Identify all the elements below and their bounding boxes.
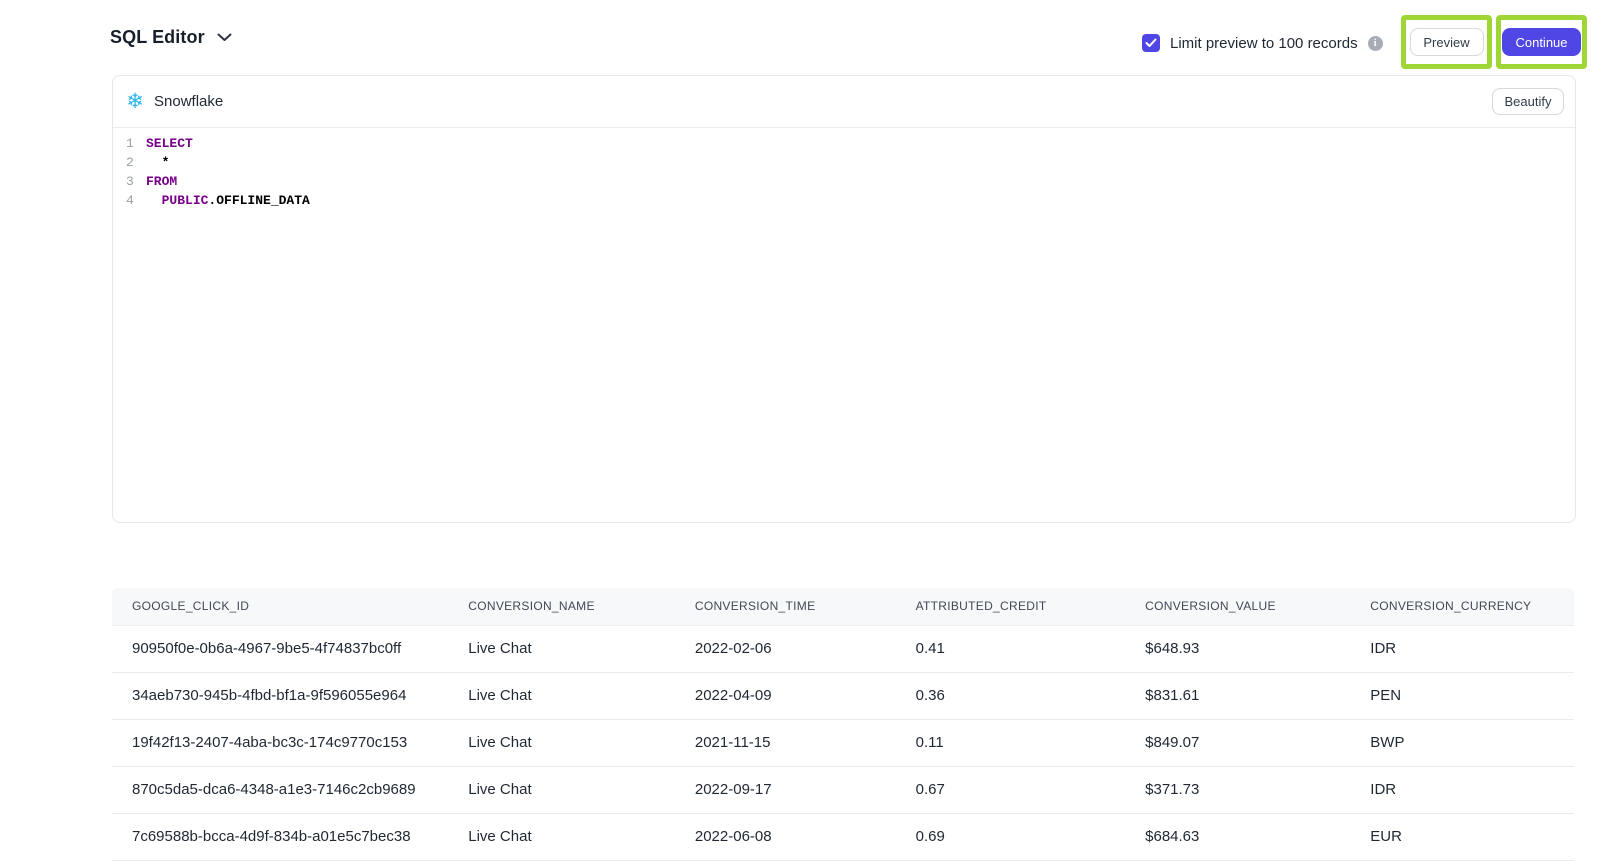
table-cell: 0.41 — [896, 625, 1126, 672]
table-cell: 2021-11-15 — [675, 719, 896, 766]
preview-button[interactable]: Preview — [1410, 28, 1484, 56]
code-line: 4 PUBLIC.OFFLINE_DATA — [113, 191, 1575, 210]
column-header: ATTRIBUTED_CREDIT — [896, 588, 1126, 625]
table-cell: Live Chat — [448, 766, 675, 813]
table-cell: EUR — [1350, 813, 1574, 860]
column-header: CONVERSION_NAME — [448, 588, 675, 625]
table-cell: 870c5da5-dca6-4348-a1e3-7146c2cb9689 — [112, 766, 448, 813]
table-row: 90950f0e-0b6a-4967-9be5-4f74837bc0ffLive… — [112, 625, 1574, 672]
limit-preview-checkbox[interactable] — [1142, 34, 1160, 52]
column-header: CONVERSION_CURRENCY — [1350, 588, 1574, 625]
column-header: CONVERSION_TIME — [675, 588, 896, 625]
info-icon[interactable]: i — [1368, 36, 1383, 51]
snowflake-icon: ❄ — [123, 91, 147, 113]
table-row: 870c5da5-dca6-4348-a1e3-7146c2cb9689Live… — [112, 766, 1574, 813]
table-cell: 2022-09-17 — [675, 766, 896, 813]
sql-code-editor[interactable]: 1SELECT2 *3FROM4 PUBLIC.OFFLINE_DATA — [113, 128, 1575, 210]
table-cell: 7c69588b-bcca-4d9f-834b-a01e5c7bec38 — [112, 813, 448, 860]
code-line: 2 * — [113, 153, 1575, 172]
table-row: 7c69588b-bcca-4d9f-834b-a01e5c7bec38Live… — [112, 813, 1574, 860]
table-cell: $831.61 — [1125, 672, 1350, 719]
table-cell: 0.67 — [896, 766, 1126, 813]
source-name: Snowflake — [154, 93, 223, 110]
table-cell: 19f42f13-2407-4aba-bc3c-174c9770c153 — [112, 719, 448, 766]
code-line: 3FROM — [113, 172, 1575, 191]
code-line: 1SELECT — [113, 134, 1575, 153]
column-header: CONVERSION_VALUE — [1125, 588, 1350, 625]
table-cell: $684.63 — [1125, 813, 1350, 860]
code-text: SELECT — [134, 134, 193, 153]
code-text: * — [134, 153, 169, 172]
column-header: GOOGLE_CLICK_ID — [112, 588, 448, 625]
code-text: PUBLIC.OFFLINE_DATA — [134, 191, 310, 210]
table-cell: IDR — [1350, 766, 1574, 813]
editor-panel-header: ❄ Snowflake Beautify — [113, 76, 1575, 128]
table-cell: $648.93 — [1125, 625, 1350, 672]
beautify-button[interactable]: Beautify — [1492, 88, 1564, 115]
results-table: GOOGLE_CLICK_IDCONVERSION_NAMECONVERSION… — [112, 588, 1574, 861]
table-cell: Live Chat — [448, 625, 675, 672]
table-cell: 34aeb730-945b-4fbd-bf1a-9f596055e964 — [112, 672, 448, 719]
code-text: FROM — [134, 172, 177, 191]
page-title: SQL Editor — [110, 27, 205, 48]
table-cell: IDR — [1350, 625, 1574, 672]
limit-preview-label: Limit preview to 100 records — [1170, 35, 1358, 52]
sql-editor-dropdown[interactable]: SQL Editor — [110, 27, 232, 48]
line-number: 4 — [113, 191, 134, 210]
continue-button[interactable]: Continue — [1502, 28, 1581, 56]
line-number: 3 — [113, 172, 134, 191]
checkmark-icon — [1145, 38, 1157, 48]
table-cell: Live Chat — [448, 672, 675, 719]
line-number: 2 — [113, 153, 134, 172]
table-cell: 0.11 — [896, 719, 1126, 766]
table-cell: 0.36 — [896, 672, 1126, 719]
line-number: 1 — [113, 134, 134, 153]
table-cell: 2022-04-09 — [675, 672, 896, 719]
table-cell: 90950f0e-0b6a-4967-9be5-4f74837bc0ff — [112, 625, 448, 672]
table-cell: PEN — [1350, 672, 1574, 719]
continue-highlight-box: Continue — [1496, 15, 1587, 69]
table-row: 19f42f13-2407-4aba-bc3c-174c9770c153Live… — [112, 719, 1574, 766]
preview-highlight-box: Preview — [1401, 15, 1492, 69]
table-cell: $371.73 — [1125, 766, 1350, 813]
table-cell: 0.69 — [896, 813, 1126, 860]
table-row: 34aeb730-945b-4fbd-bf1a-9f596055e964Live… — [112, 672, 1574, 719]
table-cell: Live Chat — [448, 813, 675, 860]
table-cell: Live Chat — [448, 719, 675, 766]
limit-preview-group: Limit preview to 100 records i — [1142, 33, 1383, 53]
table-cell: 2022-06-08 — [675, 813, 896, 860]
table-cell: $849.07 — [1125, 719, 1350, 766]
chevron-down-icon — [217, 33, 232, 42]
table-cell: BWP — [1350, 719, 1574, 766]
table-cell: 2022-02-06 — [675, 625, 896, 672]
sql-editor-panel: ❄ Snowflake Beautify 1SELECT2 *3FROM4 PU… — [112, 75, 1576, 523]
table-header-row: GOOGLE_CLICK_IDCONVERSION_NAMECONVERSION… — [112, 588, 1574, 625]
